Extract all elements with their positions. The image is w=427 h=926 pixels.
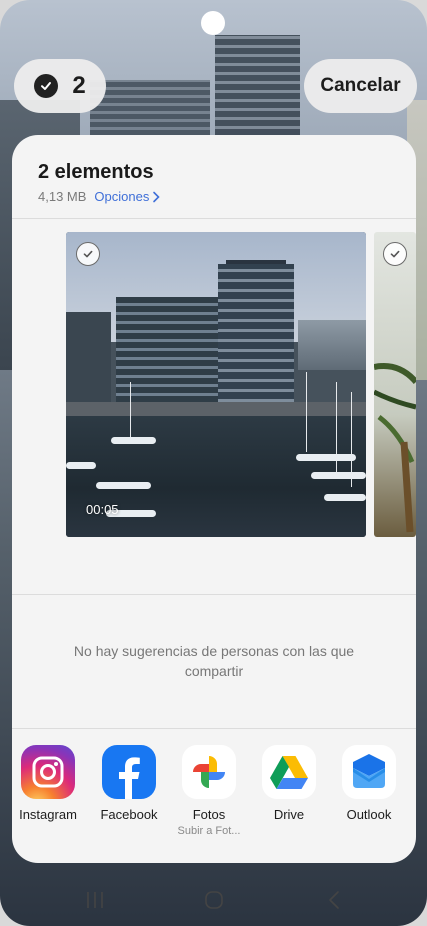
app-label: Fotos (192, 807, 226, 822)
media-thumbnail-video[interactable]: 00:05 (66, 232, 366, 537)
boat (96, 482, 151, 489)
app-label: Instagram (19, 807, 77, 822)
share-app-instagram[interactable]: Instagram (12, 745, 88, 822)
camera-cutout (201, 11, 225, 35)
recents-icon (87, 892, 103, 908)
video-duration: 00:05 (86, 502, 119, 517)
photo-building (298, 320, 366, 370)
boat (111, 437, 156, 444)
check-icon (83, 250, 93, 258)
outlook-icon (342, 745, 396, 799)
app-label: Drive (273, 807, 305, 822)
share-sheet: 2 elementos 4,13 MB Opciones 00:05 No ha… (12, 135, 416, 863)
google-photos-icon (182, 745, 236, 799)
home-icon (205, 891, 223, 909)
instagram-icon (21, 745, 75, 799)
app-label: Outlook (346, 807, 392, 822)
chevron-right-icon (153, 191, 160, 202)
check-icon (390, 250, 400, 258)
divider (12, 594, 416, 595)
photo-building (116, 297, 221, 402)
file-size: 4,13 MB (38, 189, 87, 204)
recent-apps-button[interactable] (80, 890, 110, 910)
home-button[interactable] (199, 890, 229, 910)
google-drive-icon (262, 745, 316, 799)
background-building (90, 80, 210, 135)
no-suggestions-text: No hay sugerencias de personas con las q… (73, 643, 355, 679)
boat (311, 472, 366, 479)
share-app-google-photos[interactable]: Fotos Subir a Fot... (169, 745, 249, 837)
select-checkbox[interactable] (383, 242, 407, 266)
divider (12, 728, 416, 729)
select-checkbox[interactable] (76, 242, 100, 266)
app-sublabel: Subir a Fot... (177, 825, 241, 837)
boat-mast (306, 372, 307, 452)
selection-count: 2 (72, 72, 86, 99)
boat (66, 462, 96, 469)
sheet-subtitle: 4,13 MB Opciones (38, 189, 160, 204)
app-share-row: Instagram Facebook Fotos Subir a Fot... … (12, 745, 416, 855)
cancel-button[interactable]: Cancelar (304, 59, 417, 113)
options-link[interactable]: Opciones (94, 189, 160, 204)
back-icon (329, 891, 339, 909)
app-label: Facebook (100, 807, 158, 822)
divider (12, 218, 416, 219)
back-button[interactable] (319, 890, 349, 910)
photo-building (218, 264, 294, 409)
selection-count-button[interactable]: 2 (14, 59, 106, 113)
media-thumbnail-image[interactable] (374, 232, 416, 537)
photo-building (66, 312, 111, 407)
boat-mast (130, 382, 131, 437)
share-app-outlook[interactable]: Outlook (329, 745, 409, 822)
options-label: Opciones (94, 189, 150, 204)
share-app-google-drive[interactable]: Drive (249, 745, 329, 822)
plant-leaves (374, 363, 416, 533)
background-building (215, 35, 300, 135)
system-navigation-bar (0, 870, 427, 926)
boat (324, 494, 366, 501)
check-icon (34, 74, 59, 98)
share-app-facebook[interactable]: Facebook (89, 745, 169, 822)
facebook-icon (102, 745, 156, 799)
photo-quay (66, 402, 366, 416)
boat (296, 454, 356, 461)
sheet-title: 2 elementos (38, 161, 154, 183)
